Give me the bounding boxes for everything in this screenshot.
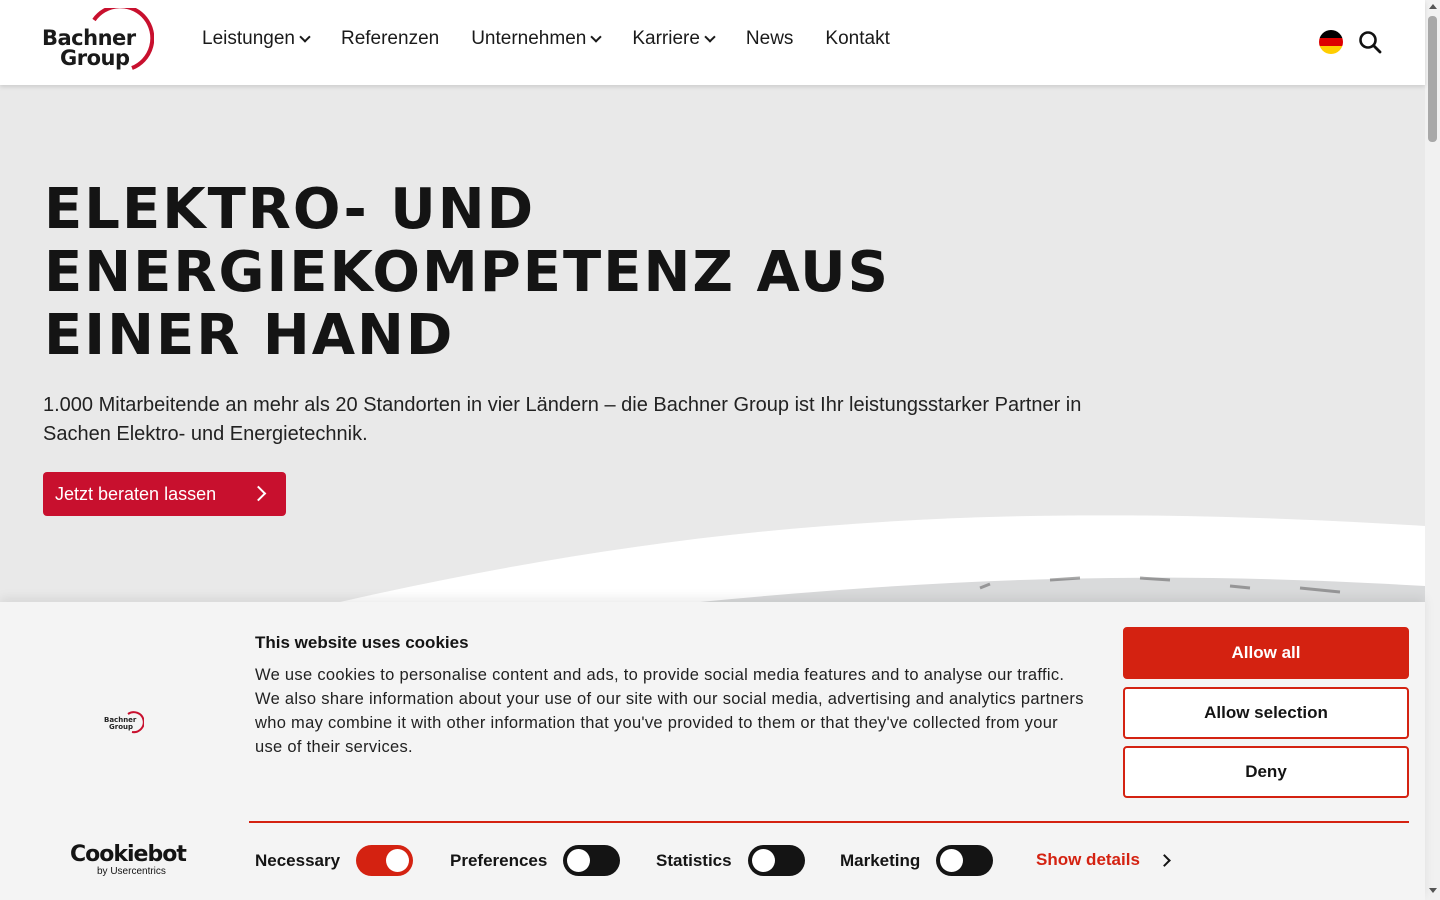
toggle-knob [567, 849, 591, 872]
statistics-toggle[interactable] [747, 845, 805, 876]
banner-logo-text-line2: Group [109, 723, 134, 731]
chevron-right-icon [1158, 853, 1171, 867]
preferences-toggle[interactable] [563, 845, 621, 876]
nav-item-referenzen[interactable]: Referenzen [341, 28, 439, 50]
nav-item-kontakt[interactable]: Kontakt [825, 28, 889, 50]
site-header: Bachner Group Leistungen Referenzen Unte… [0, 0, 1425, 85]
cookiebot-logo[interactable]: Cookiebot by Usercentrics [70, 842, 187, 878]
consent-label: Marketing [840, 850, 921, 870]
consent-statistics: Statistics [656, 845, 805, 876]
banner-company-logo: Bachner Group [100, 710, 145, 736]
scroll-down-arrow-icon[interactable] [1429, 888, 1437, 893]
nav-item-label: Unternehmen [471, 28, 587, 49]
logo-text-line2: Group [60, 46, 130, 70]
hero-title: Elektro- und Energiekompetenz aus einer … [44, 177, 890, 368]
consent-marketing: Marketing [840, 845, 994, 876]
allow-selection-button[interactable]: Allow selection [1123, 687, 1409, 739]
nav-item-unternehmen[interactable]: Unternehmen [471, 28, 602, 50]
toggle-knob [751, 849, 775, 872]
necessary-toggle[interactable] [356, 845, 414, 876]
consent-necessary: Necessary [255, 845, 414, 876]
nav-item-karriere[interactable]: Karriere [632, 28, 716, 50]
cookie-consent-banner: Bachner Group Cookiebot by Usercentrics … [0, 602, 1425, 900]
toggle-knob [940, 849, 964, 872]
deny-button[interactable]: Deny [1123, 746, 1409, 798]
scroll-up-arrow-icon[interactable] [1429, 4, 1437, 9]
nav-item-label: Kontakt [825, 28, 890, 49]
marketing-toggle[interactable] [936, 845, 994, 876]
show-details-label: Show details [1036, 850, 1140, 869]
nav-item-label: Karriere [632, 28, 700, 49]
hero-description: 1.000 Mitarbeitende an mehr als 20 Stand… [43, 394, 1082, 445]
nav-item-news[interactable]: News [746, 28, 794, 50]
cookie-banner-text: We use cookies to personalise content an… [255, 666, 1084, 756]
flag-germany-icon[interactable] [1319, 30, 1343, 54]
cookiebot-name: Cookiebot [70, 842, 187, 867]
chevron-down-icon [590, 31, 602, 43]
page-scrollbar[interactable] [1425, 0, 1440, 900]
nav-item-label: Referenzen [340, 28, 440, 49]
scrollbar-thumb[interactable] [1428, 16, 1437, 142]
nav-item-label: News [745, 28, 794, 49]
search-icon[interactable] [1358, 30, 1382, 54]
main-nav: Leistungen Referenzen Unternehmen Karrie… [202, 28, 922, 50]
consent-label: Statistics [656, 850, 732, 870]
toggle-knob [386, 849, 410, 872]
consent-preferences: Preferences [450, 845, 621, 876]
nav-item-leistungen[interactable]: Leistungen [202, 28, 311, 50]
allow-all-button[interactable]: Allow all [1123, 627, 1409, 679]
cookiebot-sub: by Usercentrics [97, 866, 166, 877]
show-details-link[interactable]: Show details [1036, 850, 1171, 870]
chevron-down-icon [704, 31, 716, 43]
hero-wave-decoration [340, 515, 1425, 610]
chevron-right-icon [250, 485, 267, 502]
cookie-banner-title: This website uses cookies [255, 633, 469, 652]
chevron-down-icon [299, 31, 311, 43]
bachner-group-logo[interactable]: Bachner Group [42, 8, 154, 74]
consent-label: Necessary [255, 850, 341, 870]
nav-item-label: Leistungen [202, 28, 295, 49]
consent-label: Preferences [450, 850, 548, 870]
banner-divider [249, 821, 1409, 823]
